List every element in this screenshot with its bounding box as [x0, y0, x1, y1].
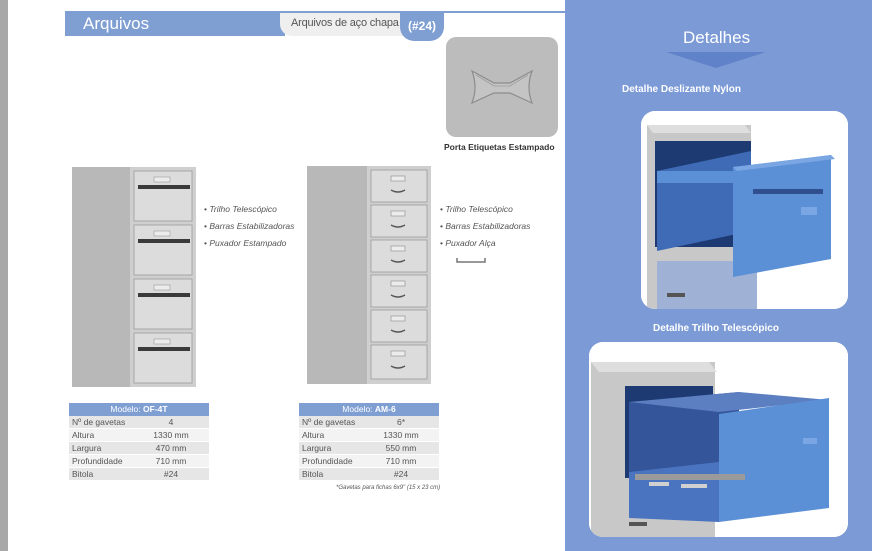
table-row: Nº de gavetas 6*: [299, 416, 439, 429]
model-code: OF-4T: [143, 404, 168, 414]
section-title: Arquivos: [83, 14, 150, 33]
details-title: Detalhes: [683, 28, 751, 47]
table-row: Bitola #24: [69, 468, 209, 481]
feature-item: Trilho Telescópico: [440, 204, 530, 221]
table-row: Bitola #24: [299, 468, 439, 481]
detail-caption-nylon: Detalhe Deslizante Nylon: [622, 84, 741, 95]
features-list-of-4t: Trilho Telescópico Barras Estabilizadora…: [204, 204, 294, 255]
features-list-am-6: Trilho Telescópico Barras Estabilizadora…: [440, 204, 530, 255]
table-row: Profundidade 710 mm: [69, 455, 209, 468]
table-row: Altura 1330 mm: [299, 429, 439, 442]
spec-table-am-6: Modelo: AM-6 Nº de gavetas 6* Altura 1330 …: [299, 403, 439, 481]
feature-item: Puxador Estampado: [204, 238, 294, 255]
table-row: Largura 550 mm: [299, 442, 439, 455]
footnote: *Gavetas para fichas 6x9" (15 x 23 cm): [336, 485, 441, 491]
handle-icon: [456, 258, 486, 263]
label-holder-image: [446, 37, 558, 137]
detail-photo-telescopic: [589, 342, 848, 537]
nylon-slide-photo: [641, 111, 848, 309]
spec-table-header: Modelo: OF-4T: [69, 403, 209, 416]
spec-table-of-4t: Modelo: OF-4T Nº de gavetas 4 Altura 1330 …: [69, 403, 209, 481]
feature-item: Trilho Telescópico: [204, 204, 294, 221]
feature-item: Barras Estabilizadoras: [204, 221, 294, 238]
cabinet-of-4t-image: [72, 167, 196, 387]
page-edge-stripe: [0, 0, 8, 551]
model-code: AM-6: [374, 404, 396, 414]
detail-caption-telescopic: Detalhe Trilho Telescópico: [653, 323, 779, 334]
detail-photo-nylon: [641, 111, 848, 309]
feature-item: Puxador Alça: [440, 238, 530, 255]
table-row: Largura 470 mm: [69, 442, 209, 455]
telescopic-rail-photo: [589, 342, 848, 537]
cabinet-am-6-image: [307, 166, 431, 384]
table-row: Altura 1330 mm: [69, 429, 209, 442]
label-holder-icon: [470, 69, 534, 105]
subtitle-text: Arquivos de aço chapa: [291, 17, 399, 29]
spec-table-header: Modelo: AM-6: [299, 403, 439, 416]
table-row: Nº de gavetas 4: [69, 416, 209, 429]
feature-item: Barras Estabilizadoras: [440, 221, 530, 238]
down-arrow-icon: [666, 52, 766, 68]
table-row: Profundidade 710 mm: [299, 455, 439, 468]
label-holder-caption: Porta Etiquetas Estampado: [444, 142, 555, 152]
gauge-badge: (#24): [400, 13, 444, 41]
